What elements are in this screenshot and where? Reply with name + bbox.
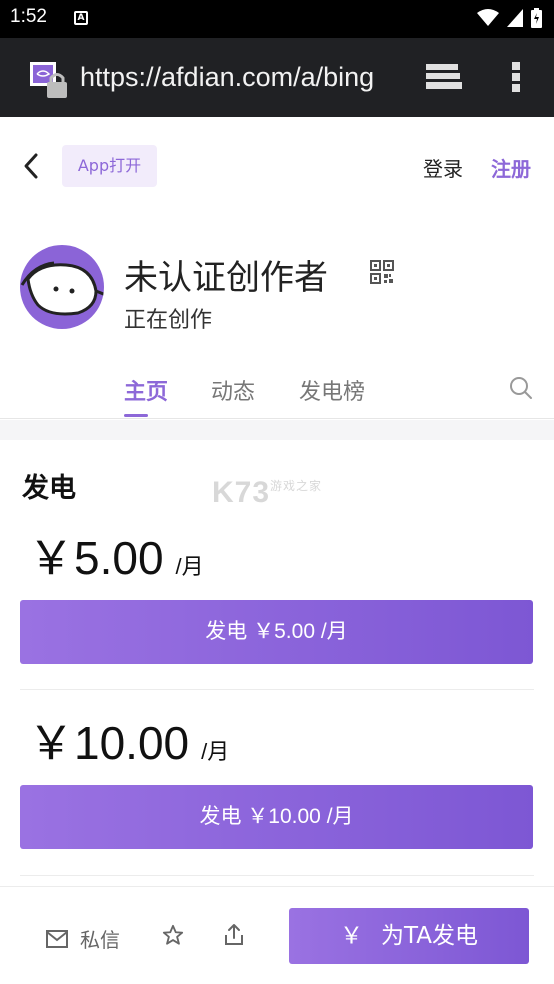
tier-price: ￥10.00/月 xyxy=(28,717,230,769)
tab-posts[interactable]: 动态 xyxy=(211,374,255,406)
bottom-action-bar: 私信 ￥ 为TA发电 xyxy=(0,886,554,984)
mail-icon xyxy=(46,929,68,948)
battery-icon xyxy=(531,8,542,28)
system-icons xyxy=(477,8,542,28)
signal-icon xyxy=(507,9,523,27)
yen-icon: ￥ xyxy=(340,923,363,949)
tier-price: ￥5.00/月 xyxy=(28,532,204,584)
tab-sponsor-ranking[interactable]: 发电榜 xyxy=(299,374,365,406)
k73-watermark-logo: K73游戏之家 xyxy=(212,476,323,509)
notification-a-icon: A xyxy=(74,11,88,25)
back-arrow-icon[interactable] xyxy=(20,151,44,181)
tabs-switcher-icon[interactable] xyxy=(424,62,462,92)
more-menu-icon[interactable] xyxy=(510,60,522,94)
section-gap xyxy=(0,420,554,440)
browser-toolbar: https://afdian.com/a/bing xyxy=(0,38,554,117)
search-icon[interactable] xyxy=(509,376,533,400)
sponsor-creator-button[interactable]: ￥ 为TA发电 xyxy=(289,908,529,964)
private-message-button[interactable]: 私信 xyxy=(46,924,120,953)
sponsor-creator-label: 为TA发电 xyxy=(381,923,478,949)
sponsor-10-button[interactable]: 发电 ￥10.00 /月 xyxy=(20,785,533,849)
creator-avatar[interactable] xyxy=(20,245,104,329)
login-link[interactable]: 登录 xyxy=(423,153,463,182)
divider xyxy=(20,689,534,690)
address-bar[interactable]: https://afdian.com/a/bing xyxy=(80,62,396,93)
divider xyxy=(20,875,534,876)
site-lock-icon[interactable] xyxy=(30,62,70,100)
favorite-star-icon[interactable] xyxy=(162,924,184,946)
status-bar: 1:52 A xyxy=(0,0,554,38)
qr-code-icon[interactable] xyxy=(370,260,394,284)
section-title: 发电 xyxy=(22,473,76,504)
message-label: 私信 xyxy=(80,928,120,952)
creator-status: 正在创作 xyxy=(124,308,213,333)
tier-unit: /月 xyxy=(175,554,204,579)
open-in-app-button[interactable]: App打开 xyxy=(62,145,157,187)
tier-unit: /月 xyxy=(201,739,230,764)
profile-tabs: 主页 动态 发电榜 xyxy=(0,360,554,419)
register-link[interactable]: 注册 xyxy=(491,153,531,182)
tab-home[interactable]: 主页 xyxy=(124,374,168,406)
page-header: App打开 登录 注册 xyxy=(0,117,554,217)
avatar-face-icon xyxy=(20,261,104,316)
wifi-icon xyxy=(477,9,499,26)
active-tab-indicator xyxy=(124,414,148,417)
sponsor-5-button[interactable]: 发电 ￥5.00 /月 xyxy=(20,600,533,664)
share-icon[interactable] xyxy=(223,923,245,947)
status-time: 1:52 xyxy=(10,6,47,27)
creator-name: 未认证创作者 xyxy=(124,258,328,298)
